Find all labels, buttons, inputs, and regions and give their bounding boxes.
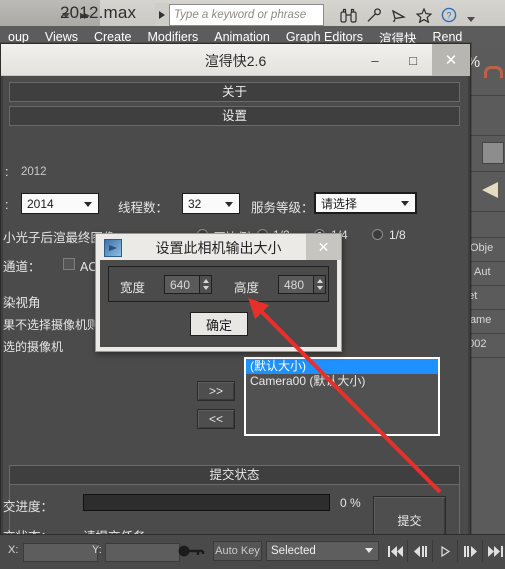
height-value: 480 — [284, 277, 305, 292]
menu-item-views[interactable]: Views — [37, 30, 86, 44]
menu-item-rendering[interactable]: Rend — [424, 30, 470, 44]
max-version-value: 2014 — [27, 196, 54, 211]
y-coordinate-input[interactable] — [105, 543, 180, 562]
submit-button[interactable]: 提交 — [373, 496, 446, 535]
height-label: 高度 — [234, 281, 260, 295]
quick-search-input[interactable]: Type a keyword or phrase — [169, 4, 324, 26]
max-file-name: 2012.max — [60, 3, 137, 22]
modal-title: 设置此相机输出大小 — [155, 240, 282, 256]
x-coordinate-input[interactable] — [23, 543, 98, 562]
width-label: 宽度 — [120, 281, 146, 295]
render-view-note-2: 选的摄像机 — [3, 340, 64, 354]
version-label: : — [5, 165, 9, 179]
jump-end-icon[interactable] — [483, 540, 505, 562]
y-coordinate-label: Y: — [92, 544, 102, 556]
render-view-note-1: 果不选择摄像机则 — [3, 318, 100, 332]
camera-list[interactable]: (默认大小) Camera00 (默认大小) — [244, 357, 440, 436]
jump-start-icon[interactable] — [383, 540, 408, 562]
screen: ▸▸ 2012.max Type a keyword or phrase ? o… — [0, 0, 505, 569]
threads-value: 32 — [188, 196, 202, 211]
height-input[interactable]: 480 — [278, 275, 326, 294]
render-view-label: 染视角 — [3, 296, 41, 310]
modal-close-button[interactable]: ✕ — [306, 234, 341, 260]
selection-filter-select[interactable]: Selected — [266, 541, 379, 561]
settings-bar[interactable]: 设置 — [9, 106, 460, 126]
close-button[interactable]: ✕ — [432, 44, 470, 76]
playback-controls — [383, 540, 505, 562]
height-spinner[interactable] — [313, 276, 325, 293]
ratio-label-eighth: 1/8 — [389, 228, 406, 242]
submit-progress-percent: 0 % — [340, 496, 361, 510]
max-version-select[interactable]: 2014 — [21, 193, 99, 214]
modal-titlebar[interactable]: 设置此相机输出大小 ✕ — [96, 234, 341, 260]
next-frame-icon[interactable] — [458, 540, 483, 562]
width-spinner[interactable] — [199, 276, 211, 293]
titlebar-overflow-icon[interactable] — [467, 16, 475, 22]
play-icon[interactable] — [433, 540, 458, 562]
align-icon[interactable] — [482, 142, 504, 164]
service-level-value: 请选择 — [321, 196, 358, 211]
object-label: Obje — [470, 242, 494, 254]
about-bar[interactable]: 关于 — [9, 82, 460, 102]
submit-status-group-title: 提交状态 — [10, 466, 459, 485]
remove-camera-button[interactable]: << — [197, 409, 235, 429]
binoculars-icon[interactable] — [340, 8, 357, 23]
channel-label: 通道： — [3, 260, 41, 274]
wrench-icon[interactable] — [366, 7, 382, 23]
maximize-button[interactable]: □ — [394, 44, 432, 76]
version-value: 2012 — [21, 166, 47, 178]
key-icon[interactable] — [178, 544, 206, 563]
titlebar-icon-group: ? — [340, 2, 475, 28]
confirm-button[interactable]: 确定 — [190, 312, 248, 336]
list-item[interactable]: Camera00 (默认大小) — [246, 374, 438, 389]
add-camera-button[interactable]: >> — [197, 381, 235, 401]
menu-item-create[interactable]: Create — [86, 30, 140, 44]
menu-item-modifiers[interactable]: Modifiers — [140, 30, 207, 44]
selection-filter-value: Selected — [271, 545, 316, 557]
width-value: 640 — [170, 277, 191, 292]
camera-output-size-dialog: 设置此相机输出大小 ✕ 宽度 640 高度 480 确定 — [95, 233, 342, 352]
menu-item-graph-editors[interactable]: Graph Editors — [278, 30, 371, 44]
max-version-label: : — [5, 198, 9, 212]
ratio-radio-eighth[interactable] — [372, 229, 383, 240]
help-icon[interactable]: ? — [441, 7, 458, 23]
plugin-window-controls: – □ ✕ — [356, 44, 470, 76]
service-level-select[interactable]: 请选择 — [314, 192, 417, 214]
svg-text:?: ? — [446, 11, 451, 21]
quick-search[interactable]: Type a keyword or phrase — [155, 3, 324, 27]
star-icon[interactable] — [416, 7, 432, 23]
width-input[interactable]: 640 — [164, 275, 212, 294]
submit-progress-bar — [83, 494, 330, 511]
light-icon[interactable] — [482, 182, 498, 198]
modal-body: 宽度 640 高度 480 确定 — [96, 260, 341, 351]
satellite-dish-icon[interactable] — [391, 8, 407, 23]
auto-key-button[interactable]: Auto Key — [213, 541, 262, 561]
max-statusbar: X: Y: Auto Key Selected — [0, 534, 505, 569]
size-fieldset: 宽度 640 高度 480 — [108, 266, 329, 302]
menu-item-animation[interactable]: Animation — [206, 30, 278, 44]
list-item[interactable]: (默认大小) — [246, 359, 438, 374]
minimize-button[interactable]: – — [356, 44, 394, 76]
submit-progress-label: 交进度： — [3, 500, 54, 514]
plugin-titlebar[interactable]: 渲得快2.6 – □ ✕ — [1, 44, 470, 76]
magnet-icon[interactable] — [484, 66, 503, 78]
prev-frame-icon[interactable] — [408, 540, 433, 562]
threads-select[interactable]: 32 — [182, 193, 240, 214]
quick-search-expand-icon[interactable] — [155, 3, 169, 27]
menu-item-group[interactable]: oup — [0, 30, 37, 44]
ao-channel-checkbox[interactable] — [63, 258, 75, 270]
service-level-label: 服务等级： — [251, 201, 314, 215]
x-coordinate-label: X: — [8, 544, 19, 556]
auto-label: Aut — [474, 266, 491, 278]
threads-label: 线程数： — [118, 201, 169, 215]
